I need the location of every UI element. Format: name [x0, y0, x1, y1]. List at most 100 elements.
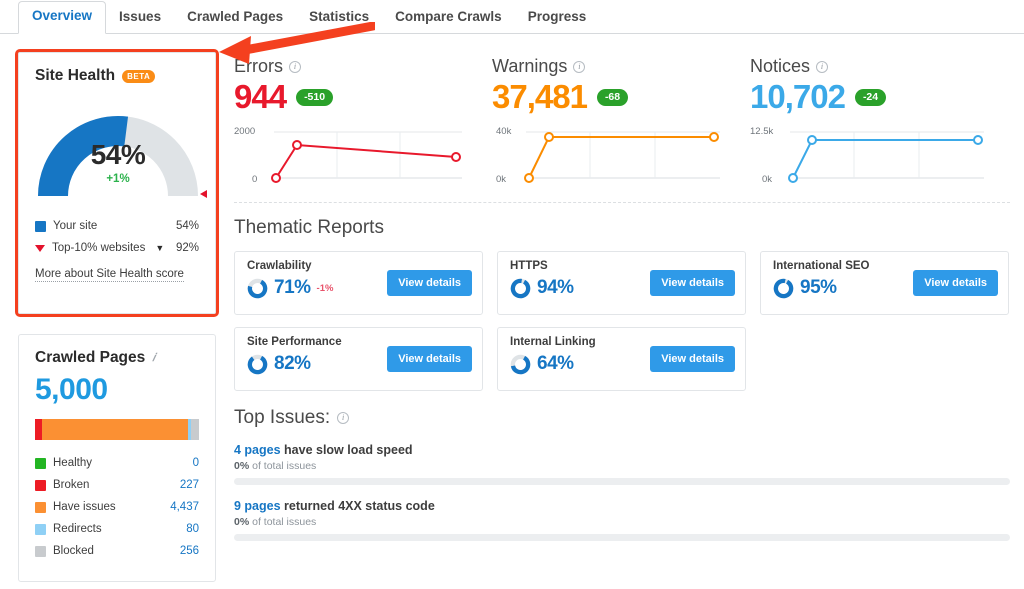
- left-column: Site Health BETA 54% +1% Your site: [18, 52, 216, 582]
- thematic-reports-grid: Crawlability71%-1%View detailsHTTPS94%Vi…: [234, 251, 1010, 391]
- thematic-card: Internal Linking64%View details: [497, 327, 746, 391]
- info-icon[interactable]: i: [816, 61, 828, 73]
- metrics-row: Errors i 944 -510 2000 0: [234, 56, 1010, 186]
- issue-text: returned 4XX status code: [281, 499, 435, 513]
- metric-notices-value: 10,702: [750, 78, 845, 116]
- thematic-card: Site Performance82%View details: [234, 327, 483, 391]
- crawled-pages-title-row: Crawled Pages 𝑖: [35, 349, 199, 367]
- issue-count[interactable]: 4 pages: [234, 443, 281, 457]
- metric-errors-label: Errors: [234, 56, 283, 77]
- site-health-title: Site Health: [35, 67, 115, 85]
- tab-statistics-label: Statistics: [309, 9, 369, 24]
- crawled-pages-stacked-bar: [35, 419, 199, 440]
- legend-swatch-icon: [35, 458, 46, 469]
- tab-progress[interactable]: Progress: [515, 3, 600, 34]
- metric-warnings-label: Warnings: [492, 56, 567, 77]
- progress-ring-icon: [510, 354, 531, 375]
- crawled-legend-row: Healthy0: [35, 452, 199, 474]
- legend-label: Redirects: [53, 523, 102, 535]
- stackbar-segment: [42, 419, 188, 440]
- thematic-card: HTTPS94%View details: [497, 251, 746, 315]
- tab-overview-label: Overview: [32, 8, 92, 23]
- top10-value: 92%: [176, 242, 199, 254]
- view-details-button[interactable]: View details: [650, 346, 735, 372]
- site-health-card: Site Health BETA 54% +1% Your site: [18, 52, 216, 314]
- thematic-card: Crawlability71%-1%View details: [234, 251, 483, 315]
- site-health-legend: Your site 54% Top-10% websites ▼ 92% Mor…: [35, 215, 199, 282]
- progress-ring-icon: [773, 278, 794, 299]
- issue-count[interactable]: 9 pages: [234, 499, 281, 513]
- crawled-pages-title: Crawled Pages: [35, 349, 145, 367]
- metric-notices-sparkline: 12.5k 0k: [750, 124, 988, 186]
- metric-notices-chart-svg: [750, 124, 988, 186]
- metric-errors-head: Errors i: [234, 56, 492, 77]
- info-icon[interactable]: 𝑖: [152, 353, 155, 364]
- tab-compare-crawls[interactable]: Compare Crawls: [382, 3, 515, 34]
- your-site-swatch-icon: [35, 221, 46, 232]
- metric-warnings-head: Warnings i: [492, 56, 750, 77]
- issue-title[interactable]: 4 pages have slow load speed: [234, 443, 1010, 457]
- info-icon[interactable]: i: [289, 61, 301, 73]
- progress-ring-icon: [510, 278, 531, 299]
- metric-errors-chart-svg: [234, 124, 472, 186]
- site-health-title-row: Site Health BETA: [35, 67, 199, 85]
- issue-share: 0% of total issues: [234, 516, 1010, 528]
- metric-warnings: Warnings i 37,481 -68 40k 0k: [492, 56, 750, 186]
- top-issues-header: Top Issues: i: [234, 407, 1010, 429]
- section-divider: [234, 202, 1010, 203]
- top-issues-title: Top Issues:: [234, 407, 330, 429]
- view-details-button[interactable]: View details: [913, 270, 998, 296]
- metric-warnings-sparkline: 40k 0k: [492, 124, 730, 186]
- legend-row-top10[interactable]: Top-10% websites ▼ 92%: [35, 237, 199, 259]
- issue-title[interactable]: 9 pages returned 4XX status code: [234, 499, 1010, 513]
- legend-label: Have issues: [53, 501, 116, 513]
- site-health-score: 54%: [35, 139, 201, 171]
- triangle-down-icon: [35, 245, 45, 252]
- metric-errors-value: 944: [234, 78, 286, 116]
- crawled-legend-row: Redirects 80: [35, 518, 199, 540]
- legend-value: 4,437: [170, 501, 199, 513]
- tab-crawled-pages[interactable]: Crawled Pages: [174, 3, 296, 34]
- legend-label: Blocked: [53, 545, 94, 557]
- metric-notices: Notices i 10,702 -24 12.5k 0k: [750, 56, 1008, 186]
- more-about-site-health-link[interactable]: More about Site Health score: [35, 268, 184, 282]
- thematic-reports-title: Thematic Reports: [234, 217, 1010, 239]
- legend-value: 256: [180, 545, 199, 557]
- tab-issues[interactable]: Issues: [106, 3, 174, 34]
- main-tabbar: Overview Issues Crawled Pages Statistics…: [0, 0, 1024, 34]
- top-issues-list: 4 pages have slow load speed 0% of total …: [234, 443, 1010, 541]
- crawled-pages-total: 5,000: [35, 373, 199, 407]
- metric-errors-value-row: 944 -510: [234, 78, 492, 116]
- metric-errors-sparkline: 2000 0: [234, 124, 472, 186]
- view-details-button[interactable]: View details: [387, 346, 472, 372]
- your-site-value: 54%: [176, 220, 199, 232]
- chevron-down-icon[interactable]: ▼: [155, 243, 164, 253]
- right-column: Errors i 944 -510 2000 0: [234, 56, 1010, 555]
- tab-statistics[interactable]: Statistics: [296, 3, 382, 34]
- thematic-card-percent: 82%: [274, 353, 311, 375]
- legend-value: 80: [186, 523, 199, 535]
- tab-compare-crawls-label: Compare Crawls: [395, 9, 502, 24]
- legend-swatch-icon: [35, 546, 46, 557]
- site-health-gauge: 54% +1%: [35, 97, 201, 201]
- crawled-legend-row: Broken227: [35, 474, 199, 496]
- tab-issues-label: Issues: [119, 9, 161, 24]
- crawled-legend-row: Have issues 4,437: [35, 496, 199, 518]
- legend-value: 0: [193, 457, 199, 469]
- top10-label: Top-10% websites: [52, 242, 145, 254]
- view-details-button[interactable]: View details: [387, 270, 472, 296]
- info-icon[interactable]: i: [573, 61, 585, 73]
- legend-value: 227: [180, 479, 199, 491]
- issue-progress-bar: [234, 534, 1010, 541]
- issue-progress-bar: [234, 478, 1010, 485]
- tab-overview[interactable]: Overview: [18, 1, 106, 34]
- view-details-button[interactable]: View details: [650, 270, 735, 296]
- tab-crawled-pages-label: Crawled Pages: [187, 9, 283, 24]
- crawled-pages-legend: Healthy0Broken227 Have issues 4,437 Redirec…: [35, 452, 199, 562]
- metric-notices-delta: -24: [855, 89, 886, 106]
- beta-badge: BETA: [122, 70, 155, 83]
- metric-warnings-value: 37,481: [492, 78, 587, 116]
- info-icon[interactable]: i: [337, 412, 349, 424]
- thematic-card-percent: 95%: [800, 277, 837, 299]
- metric-errors-delta: -510: [296, 89, 333, 106]
